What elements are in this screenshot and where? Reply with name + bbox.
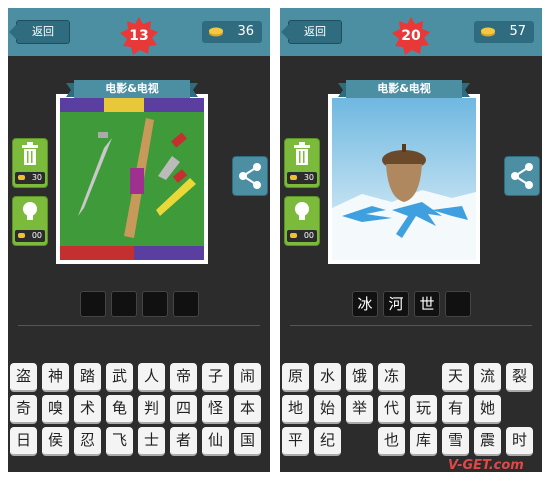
letter-tile[interactable]: 踏 [74,363,101,392]
letter-tile[interactable]: 天 [442,363,469,392]
watermark: V-GET.com [448,458,524,473]
letter-tile[interactable]: 术 [74,395,101,424]
trash-icon [294,142,310,165]
hint-button[interactable]: 00 [12,196,48,246]
game-screen-right: 返回 20 57 电影&电视 30 00 冰 河 世 原 水 饿 冻 天 流 裂… [280,8,542,472]
top-bar: 返回 20 57 [280,8,542,56]
answer-slot[interactable] [445,291,471,317]
letter-tile[interactable]: 玩 [410,395,437,424]
letter-tile[interactable]: 裂 [506,363,533,392]
level-number: 20 [401,28,421,44]
coin-count: 57 [509,24,526,39]
letter-tile[interactable]: 原 [282,363,309,392]
letter-tile[interactable]: 也 [378,427,405,456]
coin-stack-icon [209,27,223,37]
letter-tile[interactable]: 时 [506,427,533,456]
coin-counter: 57 [474,21,534,43]
letter-tile[interactable]: 忍 [74,427,101,456]
answer-slot[interactable]: 河 [383,291,409,317]
hint-cost: 00 [31,231,42,240]
puzzle-picture [56,94,208,264]
delete-letters-button[interactable]: 30 [284,138,320,188]
answer-slot[interactable] [80,291,106,317]
coin-count: 36 [237,24,254,39]
share-icon [239,163,261,189]
category-banner: 电影&电视 [66,80,198,100]
lightbulb-icon [23,202,37,220]
letter-tile[interactable]: 侯 [42,427,69,456]
letter-tile[interactable]: 库 [410,427,437,456]
answer-slot[interactable] [173,291,199,317]
back-button[interactable]: 返回 [281,20,342,44]
letter-tile[interactable]: 者 [170,427,197,456]
answer-slot[interactable]: 世 [414,291,440,317]
letter-tile[interactable]: 有 [442,395,469,424]
letter-tile[interactable]: 人 [138,363,165,392]
letter-tile[interactable]: 地 [282,395,309,424]
letter-tile[interactable]: 闹 [234,363,261,392]
letter-tile[interactable]: 饿 [346,363,373,392]
delete-cost: 30 [31,173,42,182]
share-icon [511,163,533,189]
letter-tile[interactable]: 四 [170,395,197,424]
weapons-picture [60,98,204,260]
letter-tile[interactable]: 平 [282,427,309,456]
share-button[interactable] [232,156,268,196]
letter-tile[interactable]: 神 [42,363,69,392]
letter-tile[interactable]: 怪 [202,395,229,424]
letter-tile[interactable]: 士 [138,427,165,456]
level-number: 13 [129,28,149,44]
answer-slot[interactable]: 冰 [352,291,378,317]
letter-tile[interactable]: 始 [314,395,341,424]
trash-icon [22,142,38,165]
hint-cost: 00 [303,231,314,240]
letter-tile[interactable]: 冻 [378,363,405,392]
delete-letters-button[interactable]: 30 [12,138,48,188]
letter-tile[interactable]: 日 [10,427,37,456]
letter-tile[interactable]: 盗 [10,363,37,392]
lightbulb-icon [295,202,309,220]
letter-tile[interactable]: 子 [202,363,229,392]
letter-tile[interactable]: 纪 [314,427,341,456]
letter-tile[interactable]: 水 [314,363,341,392]
answer-slot[interactable] [111,291,137,317]
letter-tile[interactable]: 武 [106,363,133,392]
coin-stack-icon [481,27,495,37]
letter-tile[interactable]: 飞 [106,427,133,456]
answer-slot[interactable] [142,291,168,317]
acorn-ice-picture [332,98,476,260]
letter-tile[interactable]: 判 [138,395,165,424]
letter-tile[interactable]: 她 [474,395,501,424]
letter-tile[interactable]: 嗅 [42,395,69,424]
divider [290,325,532,326]
category-banner: 电影&电视 [338,80,470,100]
share-button[interactable] [504,156,540,196]
delete-cost: 30 [303,173,314,182]
letter-tile[interactable]: 举 [346,395,373,424]
puzzle-picture [328,94,480,264]
letter-tile[interactable]: 帝 [170,363,197,392]
letter-tile[interactable]: 奇 [10,395,37,424]
top-bar: 返回 13 36 [8,8,270,56]
level-badge: 20 [391,16,431,56]
category-label: 电影&电视 [377,82,431,95]
hint-button[interactable]: 00 [284,196,320,246]
letter-tile[interactable]: 雪 [442,427,469,456]
letter-tile[interactable]: 震 [474,427,501,456]
back-button[interactable]: 返回 [9,20,70,44]
letter-tile[interactable]: 本 [234,395,261,424]
game-screen-left: 返回 13 36 电影&电视 30 00 盗 神 踏 武 人 帝 子 闹 奇 嗅… [8,8,270,472]
category-label: 电影&电视 [105,82,159,95]
divider [18,325,260,326]
letter-tile[interactable]: 龟 [106,395,133,424]
answer-slots: 冰 河 世 [280,291,542,317]
letter-tile[interactable]: 代 [378,395,405,424]
answer-slots [8,291,270,317]
level-badge: 13 [119,16,159,56]
letter-tile[interactable]: 流 [474,363,501,392]
coin-counter: 36 [202,21,262,43]
letter-tile[interactable]: 国 [234,427,261,456]
letter-tile[interactable]: 仙 [202,427,229,456]
